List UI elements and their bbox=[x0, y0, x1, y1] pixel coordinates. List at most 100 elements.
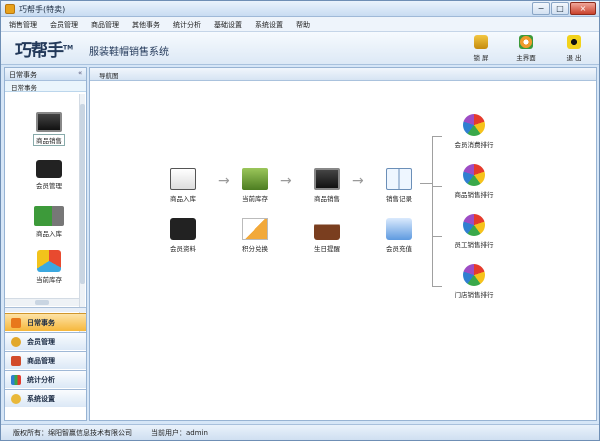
title-bar: 巧帮手(特卖) − □ × bbox=[1, 1, 599, 17]
rank-label: 会员消费排行 bbox=[454, 141, 494, 149]
sidebar-item-member-management[interactable]: 会员管理 bbox=[19, 160, 79, 190]
flow-product-stock-in[interactable]: 商品入库 bbox=[158, 168, 208, 203]
sidebar-horizontal-scrollbar[interactable] bbox=[5, 298, 79, 306]
current-user-text: 当前用户：admin bbox=[151, 429, 208, 437]
scroll-thumb[interactable] bbox=[80, 104, 85, 284]
power-icon bbox=[567, 35, 581, 49]
status-bar: 版权所有：绵阳智赢信息技术有限公司 当前用户：admin bbox=[1, 424, 599, 440]
nav-group-product-management[interactable]: 商品管理 bbox=[5, 351, 86, 369]
flow-points-exchange[interactable]: 积分兑换 bbox=[230, 218, 280, 253]
maximize-button[interactable]: □ bbox=[551, 2, 569, 15]
navigation-panel: 导航图 商品入库 → 当前库存 → 商品销售 → 销售记录 会员资料 积分兑换 bbox=[89, 67, 597, 421]
sidebar-title: 日常事务 bbox=[9, 71, 37, 79]
pie-chart-icon bbox=[463, 114, 485, 136]
sidebar-subheader: 日常事务 bbox=[5, 81, 86, 92]
daily-affairs-icon bbox=[11, 318, 21, 328]
sidebar-header: 日常事务 « bbox=[5, 68, 86, 81]
sidebar-item-product-sales[interactable]: 商品销售 bbox=[19, 112, 79, 146]
lock-screen-button[interactable]: 锁 屏 bbox=[463, 35, 499, 63]
rank-store-sales[interactable]: 门店销售排行 bbox=[444, 264, 504, 299]
flow-product-sales[interactable]: 商品销售 bbox=[302, 168, 352, 203]
connector-line bbox=[432, 136, 442, 137]
monitor-icon bbox=[36, 112, 62, 132]
sidebar-item-label: 商品入库 bbox=[36, 230, 62, 238]
sidebar-item-product-stock-in[interactable]: 商品入库 bbox=[19, 206, 79, 238]
flow-label: 当前库存 bbox=[242, 195, 268, 203]
gear-icon bbox=[11, 394, 21, 404]
pencil-doc-icon bbox=[242, 218, 268, 240]
menu-other[interactable]: 其他事务 bbox=[132, 20, 160, 30]
logo-tm: TM bbox=[63, 44, 74, 52]
nav-group-system-settings[interactable]: 系统设置 bbox=[5, 389, 86, 407]
sidebar-item-label: 商品销售 bbox=[33, 134, 65, 146]
menu-products[interactable]: 商品管理 bbox=[91, 20, 119, 30]
minimize-button[interactable]: − bbox=[532, 2, 550, 15]
menu-sales[interactable]: 销售管理 bbox=[9, 20, 37, 30]
nav-group-label: 统计分析 bbox=[27, 376, 55, 384]
rank-member-consumption[interactable]: 会员消费排行 bbox=[444, 114, 504, 149]
exit-label: 退 出 bbox=[566, 54, 582, 62]
exit-button[interactable]: 退 出 bbox=[556, 35, 592, 63]
open-book-icon bbox=[386, 168, 412, 190]
sidebar-item-current-stock[interactable]: 当前库存 bbox=[19, 250, 79, 284]
flow-member-recharge[interactable]: 会员充值 bbox=[374, 218, 424, 253]
flow-label: 销售记录 bbox=[386, 195, 412, 203]
arrow-right-icon: → bbox=[352, 173, 364, 189]
rank-label: 员工销售排行 bbox=[454, 241, 494, 249]
flow-current-stock[interactable]: 当前库存 bbox=[230, 168, 280, 203]
lock-screen-label: 锁 屏 bbox=[473, 54, 489, 62]
sidebar-item-label: 会员管理 bbox=[36, 182, 62, 190]
flow-sales-records[interactable]: 销售记录 bbox=[374, 168, 424, 203]
nav-group-statistics[interactable]: 统计分析 bbox=[5, 370, 86, 388]
app-window: 巧帮手(特卖) − □ × 销售管理 会员管理 商品管理 其他事务 统计分析 基… bbox=[0, 0, 600, 441]
nav-map-tab-label: 导航图 bbox=[99, 72, 119, 80]
member-icon bbox=[11, 337, 21, 347]
flow-label: 生日提醒 bbox=[314, 245, 340, 253]
pie-chart-icon bbox=[463, 214, 485, 236]
member-card-icon bbox=[36, 160, 62, 178]
flow-label: 会员资料 bbox=[170, 245, 196, 253]
copyright-text: 版权所有：绵阳智赢信息技术有限公司 bbox=[13, 429, 132, 437]
menu-statistics[interactable]: 统计分析 bbox=[173, 20, 201, 30]
nav-group-member-management[interactable]: 会员管理 bbox=[5, 332, 86, 350]
sidebar-item-label: 当前库存 bbox=[36, 276, 62, 284]
flow-label: 商品销售 bbox=[314, 195, 340, 203]
monitor-icon bbox=[314, 168, 340, 190]
nav-group-daily-affairs[interactable]: 日常事务 bbox=[5, 313, 86, 331]
flow-birthday-reminder[interactable]: 生日提醒 bbox=[302, 218, 352, 253]
rank-employee-sales[interactable]: 员工销售排行 bbox=[444, 214, 504, 249]
rank-product-sales[interactable]: 商品销售排行 bbox=[444, 164, 504, 199]
connector-line bbox=[420, 183, 432, 184]
connector-line bbox=[432, 236, 442, 237]
menu-members[interactable]: 会员管理 bbox=[50, 20, 78, 30]
menu-system-settings[interactable]: 系统设置 bbox=[255, 20, 283, 30]
connector-line bbox=[432, 286, 442, 287]
birthday-cake-icon bbox=[314, 218, 340, 240]
app-logo: 巧帮手TM bbox=[15, 36, 73, 61]
window-title: 巧帮手(特卖) bbox=[19, 5, 66, 14]
flow-member-profile[interactable]: 会员资料 bbox=[158, 218, 208, 253]
menu-help[interactable]: 帮助 bbox=[296, 20, 310, 30]
collapse-icon[interactable]: « bbox=[78, 69, 82, 77]
close-button[interactable]: × bbox=[570, 2, 596, 15]
member-card-icon bbox=[170, 218, 196, 240]
nav-group-label: 日常事务 bbox=[27, 319, 55, 327]
sidebar: 日常事务 « 日常事务 商品销售 会员管理 商品入库 当前库存 日常事务 会员管… bbox=[4, 67, 87, 421]
nav-group-label: 系统设置 bbox=[27, 395, 55, 403]
recharge-card-icon bbox=[386, 218, 412, 240]
flow-label: 商品入库 bbox=[170, 195, 196, 203]
header-banner: 巧帮手TM 服装鞋帽销售系统 锁 屏 主界面 退 出 bbox=[1, 32, 599, 65]
menu-basic-settings[interactable]: 基础设置 bbox=[214, 20, 242, 30]
scroll-thumb[interactable] bbox=[35, 300, 49, 305]
nav-map-tab[interactable]: 导航图 bbox=[90, 68, 596, 81]
logo-text: 巧帮手 bbox=[15, 41, 64, 61]
main-screen-button[interactable]: 主界面 bbox=[508, 35, 544, 63]
flow-label: 积分兑换 bbox=[242, 245, 268, 253]
home-gear-icon bbox=[519, 35, 533, 49]
bar-chart-icon bbox=[11, 375, 21, 385]
sidebar-splitter[interactable] bbox=[5, 307, 86, 312]
connector-line bbox=[432, 186, 442, 187]
truck-icon bbox=[34, 206, 64, 226]
rank-label: 商品销售排行 bbox=[454, 191, 494, 199]
app-subtitle: 服装鞋帽销售系统 bbox=[89, 47, 169, 58]
